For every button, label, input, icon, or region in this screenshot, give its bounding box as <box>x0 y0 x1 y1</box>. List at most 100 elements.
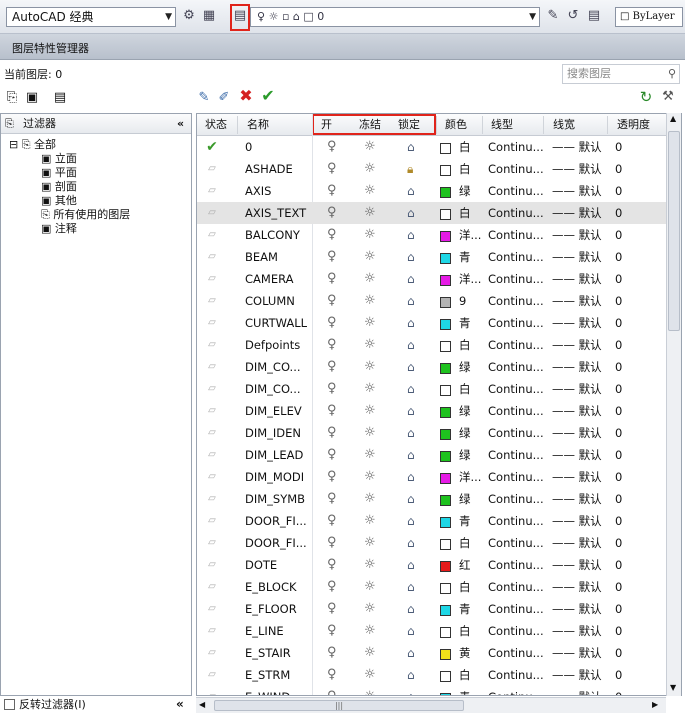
layer-linetype[interactable]: Continu... <box>488 180 544 202</box>
sun-icon[interactable]: ☼ <box>364 466 376 488</box>
layer-state-icon[interactable]: ▱ <box>203 664 221 686</box>
layer-color[interactable]: 绿 <box>459 488 471 510</box>
refresh-icon[interactable]: ↻ <box>638 89 654 105</box>
lightbulb-icon[interactable]: ♀ <box>327 466 337 488</box>
lightbulb-icon[interactable]: ♀ <box>327 334 337 356</box>
layer-transparency[interactable]: 0 <box>615 268 622 290</box>
layer-previous-icon[interactable]: ↺ <box>565 8 581 24</box>
color-swatch[interactable] <box>440 231 451 242</box>
layer-linetype[interactable]: Continu... <box>488 246 544 268</box>
lightbulb-icon[interactable]: ♀ <box>327 158 337 180</box>
layer-color[interactable]: 9 <box>459 290 466 312</box>
layer-row[interactable]: ▱ Defpoints ♀ ☼ ⌂ 白 Continu... —— 默认 0 <box>197 334 667 356</box>
lightbulb-icon[interactable]: ♀ <box>327 356 337 378</box>
layer-state-icon[interactable]: ▱ <box>203 532 221 554</box>
layer-name[interactable]: E_WIND... <box>245 686 309 695</box>
unlock-icon[interactable]: ⌂ <box>407 598 415 620</box>
layer-transparency[interactable]: 0 <box>615 224 622 246</box>
layer-row[interactable]: ▱ DOOR_FI... ♀ ☼ ⌂ 白 Continu... —— 默认 0 <box>197 532 667 554</box>
sun-icon[interactable]: ☼ <box>364 532 376 554</box>
sun-icon[interactable]: ☼ <box>364 620 376 642</box>
sun-icon[interactable]: ☼ <box>364 290 376 312</box>
layer-state-icon[interactable]: ▱ <box>203 576 221 598</box>
color-swatch[interactable] <box>440 605 451 616</box>
layer-color[interactable]: 黄 <box>459 642 471 664</box>
collapse-icon[interactable]: « <box>177 114 184 134</box>
lightbulb-icon[interactable]: ♀ <box>327 136 337 158</box>
lightbulb-icon[interactable]: ♀ <box>327 664 337 686</box>
lightbulb-icon[interactable]: ♀ <box>327 400 337 422</box>
sun-icon[interactable]: ☼ <box>364 378 376 400</box>
layer-lineweight[interactable]: —— 默认 <box>552 422 602 444</box>
layer-linetype[interactable]: Continu... <box>488 334 544 356</box>
layer-transparency[interactable]: 0 <box>615 576 622 598</box>
layer-linetype[interactable]: Continu... <box>488 378 544 400</box>
layer-linetype[interactable]: Continu... <box>488 488 544 510</box>
layer-color[interactable]: 白 <box>459 576 471 598</box>
layer-linetype[interactable]: Continu... <box>488 136 544 158</box>
layer-color[interactable]: 绿 <box>459 180 471 202</box>
unlock-icon[interactable]: ⌂ <box>407 312 415 334</box>
lightbulb-icon[interactable]: ♀ <box>327 488 337 510</box>
sun-icon[interactable]: ☼ <box>364 356 376 378</box>
layer-lineweight[interactable]: —— 默认 <box>552 554 602 576</box>
layer-name[interactable]: CURTWALL <box>245 312 309 334</box>
layer-lineweight[interactable]: —— 默认 <box>552 312 602 334</box>
layer-color[interactable]: 青 <box>459 510 471 532</box>
color-swatch[interactable] <box>440 187 451 198</box>
color-swatch[interactable] <box>440 363 451 374</box>
layer-name[interactable]: BALCONY <box>245 224 309 246</box>
sun-icon[interactable]: ☼ <box>364 444 376 466</box>
lightbulb-icon[interactable]: ♀ <box>327 290 337 312</box>
layer-transparency[interactable]: 0 <box>615 466 622 488</box>
sun-icon[interactable]: ☼ <box>364 642 376 664</box>
layer-row[interactable]: ▱ E_STAIR ♀ ☼ ⌂ 黄 Continu... —— 默认 0 <box>197 642 667 664</box>
layer-lineweight[interactable]: —— 默认 <box>552 334 602 356</box>
layer-row[interactable]: ▱ DIM_CO... ♀ ☼ ⌂ 白 Continu... —— 默认 0 <box>197 378 667 400</box>
layer-transparency[interactable]: 0 <box>615 312 622 334</box>
layer-color[interactable]: 绿 <box>459 444 471 466</box>
layer-transparency[interactable]: 0 <box>615 532 622 554</box>
layer-state-icon[interactable]: ▱ <box>203 356 221 378</box>
color-swatch[interactable] <box>440 671 451 682</box>
sun-icon[interactable]: ☼ <box>364 312 376 334</box>
new-group-filter-icon[interactable]: ▣ <box>24 90 40 106</box>
color-swatch[interactable] <box>440 165 451 176</box>
layer-row[interactable]: ▱ E_STRM ♀ ☼ ⌂ 白 Continu... —— 默认 0 <box>197 664 667 686</box>
layer-lineweight[interactable]: —— 默认 <box>552 158 602 180</box>
color-swatch[interactable] <box>440 275 451 286</box>
layer-transparency[interactable]: 0 <box>615 642 622 664</box>
layer-transparency[interactable]: 0 <box>615 290 622 312</box>
layer-linetype[interactable]: Continu... <box>488 224 544 246</box>
make-current-icon[interactable]: ✎ <box>545 8 561 24</box>
color-swatch[interactable] <box>440 429 451 440</box>
color-swatch[interactable] <box>440 649 451 660</box>
layer-state-icon[interactable]: ▱ <box>203 202 221 224</box>
lightbulb-icon[interactable]: ♀ <box>327 554 337 576</box>
layer-lineweight[interactable]: —— 默认 <box>552 224 602 246</box>
layer-row[interactable]: ▱ BEAM ♀ ☼ ⌂ 青 Continu... —— 默认 0 <box>197 246 667 268</box>
layer-name[interactable]: BEAM <box>245 246 309 268</box>
unlock-icon[interactable]: ⌂ <box>407 136 415 158</box>
layer-row[interactable]: ▱ DIM_ELEV ♀ ☼ ⌂ 绿 Continu... —— 默认 0 <box>197 400 667 422</box>
sun-icon[interactable]: ☼ <box>364 180 376 202</box>
layer-lineweight[interactable]: —— 默认 <box>552 136 602 158</box>
layer-name[interactable]: ASHADE <box>245 158 309 180</box>
lightbulb-icon[interactable]: ♀ <box>327 180 337 202</box>
col-transparency[interactable]: 透明度 <box>617 118 650 132</box>
layer-state-icon[interactable]: ▱ <box>203 510 221 532</box>
sun-icon[interactable]: ☼ <box>364 488 376 510</box>
col-name[interactable]: 名称 <box>247 118 269 132</box>
sun-icon[interactable]: ☼ <box>364 686 376 695</box>
layer-color[interactable]: 白 <box>459 334 471 356</box>
workspace-dropdown[interactable]: AutoCAD 经典 ▼ <box>6 7 176 27</box>
color-swatch[interactable] <box>440 627 451 638</box>
layer-lineweight[interactable]: —— 默认 <box>552 400 602 422</box>
layer-linetype[interactable]: Continu... <box>488 202 544 224</box>
layer-row[interactable]: ▱ DIM_SYMB ♀ ☼ ⌂ 绿 Continu... —— 默认 0 <box>197 488 667 510</box>
layer-state-icon[interactable]: ▱ <box>203 686 221 695</box>
layer-lineweight[interactable]: —— 默认 <box>552 444 602 466</box>
lightbulb-icon[interactable]: ♀ <box>327 686 337 695</box>
color-swatch[interactable] <box>440 319 451 330</box>
layer-name[interactable]: DOTE <box>245 554 309 576</box>
